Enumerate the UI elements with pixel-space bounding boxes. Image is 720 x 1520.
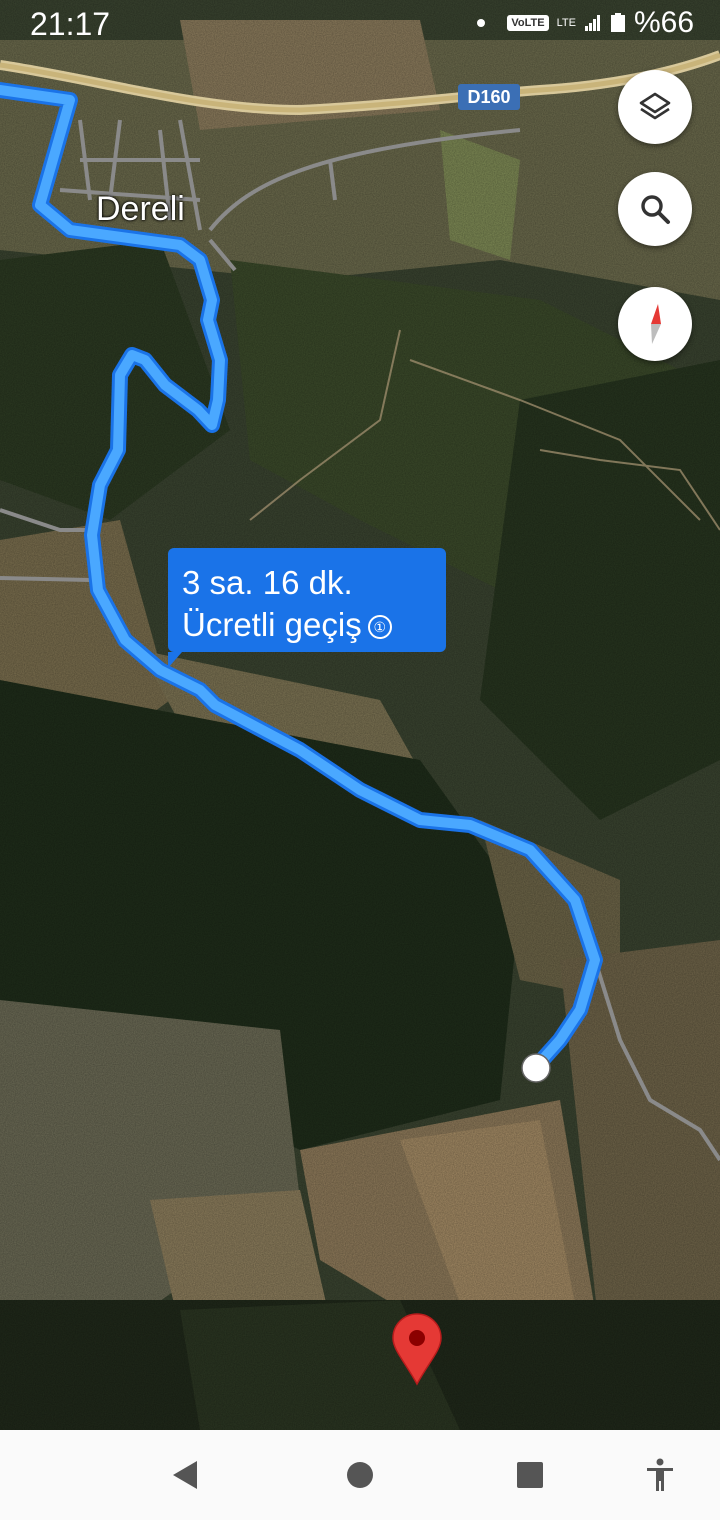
recents-button[interactable] [490,1430,570,1520]
status-time: 21:17 [30,6,111,42]
route-note-row: Ücretli geçiş ① [182,604,432,646]
volte-badge: VoLTE [507,15,549,31]
recents-icon [517,1462,543,1488]
route-duration-tooltip[interactable]: 3 sa. 16 dk. Ücretli geçiş ① [168,548,446,668]
toll-info-icon: ① [367,615,392,640]
search-button[interactable] [618,172,692,246]
search-icon [641,195,670,224]
route-duration: 3 sa. 16 dk. [182,564,353,601]
layers-button[interactable] [618,70,692,144]
layers-icon [639,92,671,120]
tooltip-tail [168,652,182,668]
accessibility-button[interactable] [620,1430,700,1520]
home-icon [347,1462,373,1488]
place-label-dereli[interactable]: Dereli [96,190,185,229]
battery-level: %66 [633,6,694,39]
status-icons: VoLTE LTE %66 [477,6,694,40]
accessibility-icon [647,1458,673,1491]
compass-button[interactable] [618,287,692,361]
status-bar: 21:17 VoLTE LTE %66 [0,0,720,48]
satellite-map[interactable]: D160 Dereli 3 sa. 16 dk. Ücretli geçiş ① [0,0,720,1430]
compass-icon [651,304,661,344]
home-button[interactable] [320,1430,400,1520]
route-end-point[interactable] [521,1053,551,1083]
road-badge-d160: D160 [458,84,520,110]
navigation-bar [0,1430,720,1520]
back-button[interactable] [145,1430,225,1520]
back-icon [173,1461,197,1489]
battery-icon [610,13,625,32]
signal-icon [584,15,600,31]
network-type: LTE [556,17,576,29]
route-note: Ücretli geçiş [182,606,362,643]
notification-dot-icon [477,19,486,27]
